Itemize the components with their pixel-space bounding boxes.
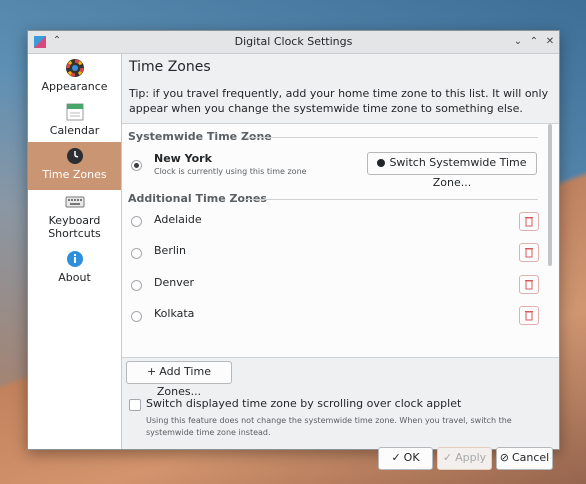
sidebar: Appearance Calendar Time Zones Keyboard … (28, 54, 122, 449)
maximize-button[interactable]: ⌃ (527, 35, 541, 49)
apply-button[interactable]: ✓ Apply (437, 447, 492, 470)
sidebar-item-label: Keyboard Shortcuts (48, 214, 101, 240)
zone-radio[interactable] (131, 311, 142, 322)
section-divider (244, 199, 538, 200)
cancel-button[interactable]: ⊘ Cancel (496, 447, 553, 470)
cancel-icon: ⊘ (499, 451, 509, 464)
sidebar-item-calendar[interactable]: Calendar (28, 101, 121, 146)
zone-radio[interactable] (131, 280, 142, 291)
minimize-button[interactable]: ⌄ (511, 35, 525, 49)
sidebar-item-about[interactable]: About (28, 249, 121, 289)
add-time-zones-label: Add Time Zones... (156, 365, 211, 398)
trash-icon (525, 280, 533, 290)
zone-radio[interactable] (131, 248, 142, 259)
globe-icon (377, 159, 386, 167)
delete-button[interactable] (519, 243, 539, 262)
switch-systemwide-button[interactable]: Switch Systemwide Time Zone... (367, 152, 537, 189)
check-icon: ✓ (391, 451, 401, 464)
check-icon: ✓ (442, 451, 453, 464)
ok-button[interactable]: ✓ OK (378, 447, 433, 470)
close-button[interactable]: ✕ (543, 35, 557, 49)
sidebar-item-label: Appearance (41, 80, 108, 93)
appearance-icon (65, 59, 84, 77)
sidebar-item-label: Calendar (49, 124, 100, 137)
zone-name: Adelaide (154, 213, 202, 226)
info-icon (66, 251, 83, 267)
add-time-zones-button[interactable]: + Add Time Zones... (126, 361, 232, 398)
switch-systemwide-label: Switch Systemwide Time Zone... (389, 156, 527, 189)
systemwide-zone-name: New York (154, 152, 212, 165)
trash-icon (525, 217, 533, 227)
trash-icon (525, 311, 533, 321)
scroll-switch-label[interactable]: Switch displayed time zone by scrolling … (146, 397, 461, 410)
scroll-switch-note: Using this feature does not change the s… (146, 416, 512, 437)
zone-radio[interactable] (131, 216, 142, 227)
tip-text: Tip: if you travel frequently, add your … (129, 87, 549, 115)
scroll-switch-checkbox[interactable] (129, 399, 141, 411)
keyboard-icon (65, 196, 84, 208)
zone-name: Berlin (154, 244, 186, 257)
window-title: Digital Clock Settings (234, 35, 353, 48)
sidebar-item-time-zones[interactable]: Time Zones (28, 142, 121, 190)
main-panel: Time Zones Tip: if you travel frequently… (122, 54, 559, 470)
list-scrollbar[interactable] (548, 124, 552, 266)
apply-label: Apply (455, 451, 487, 464)
trash-icon (525, 248, 533, 258)
delete-button[interactable] (519, 275, 539, 294)
systemwide-zone-subtitle: Clock is currently using this time zone (154, 167, 307, 176)
time-zone-list[interactable]: Systemwide Time Zone New York Clock is c… (122, 123, 559, 358)
clock-icon (66, 148, 83, 164)
sidebar-item-appearance[interactable]: Appearance (28, 56, 121, 102)
delete-button[interactable] (519, 212, 539, 231)
delete-button[interactable] (519, 306, 539, 325)
add-icon: + (147, 365, 157, 378)
zone-name: Kolkata (154, 307, 195, 320)
zone-name: Denver (154, 276, 195, 289)
calendar-icon (66, 103, 83, 121)
page-title: Time Zones (129, 59, 211, 75)
ok-label: OK (403, 451, 420, 464)
settings-window: ⌃ Digital Clock Settings ⌄ ⌃ ✕ Appearanc… (27, 30, 560, 470)
cancel-label: Cancel (511, 451, 550, 464)
title-bar[interactable]: ⌃ Digital Clock Settings ⌄ ⌃ ✕ (28, 31, 559, 54)
section-divider (246, 137, 538, 138)
sidebar-item-label: Time Zones (42, 168, 107, 181)
systemwide-radio[interactable] (131, 160, 142, 171)
sidebar-item-keyboard-shortcuts[interactable]: Keyboard Shortcuts (28, 192, 121, 242)
sidebar-item-label: About (58, 271, 91, 284)
